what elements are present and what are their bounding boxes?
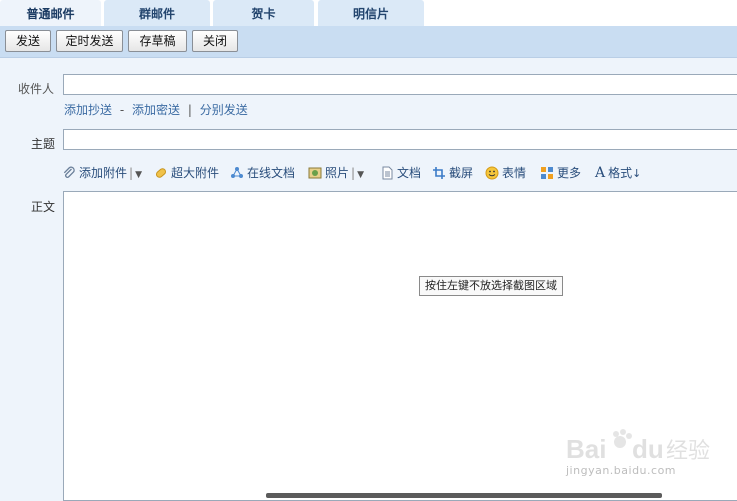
- big-paperclip-icon: [155, 168, 167, 178]
- big-attach-button[interactable]: 超大附件: [154, 163, 219, 183]
- subject-input[interactable]: [63, 129, 737, 150]
- svg-text:du: du: [632, 434, 664, 464]
- save-draft-button[interactable]: 存草稿: [128, 30, 187, 52]
- photo-button[interactable]: 照片 | ▼: [308, 163, 364, 183]
- photo-icon: [308, 167, 322, 179]
- screenshot-tooltip: 按住左键不放选择截图区域: [419, 276, 563, 296]
- compose-tabs: 普通邮件 群邮件 贺卡 明信片: [0, 0, 737, 26]
- body-label: 正文: [31, 200, 56, 214]
- more-label: 更多: [557, 166, 582, 180]
- chevron-down-icon[interactable]: ▼: [135, 165, 142, 185]
- big-attach-label: 超大附件: [171, 166, 220, 180]
- screenshot-icon: [433, 167, 445, 179]
- divider: |: [129, 166, 134, 180]
- recipient-label: 收件人: [18, 82, 55, 96]
- scheduled-send-button[interactable]: 定时发送: [56, 30, 123, 52]
- watermark-url: jingyan.baidu.com: [566, 464, 677, 477]
- separate-send-link[interactable]: 分别发送: [200, 103, 248, 117]
- online-doc-button[interactable]: 在线文档: [230, 163, 295, 183]
- paperclip-icon: [63, 166, 75, 178]
- divider: |: [351, 166, 356, 180]
- arrow-down-icon: ↓: [632, 167, 642, 180]
- tab-postcard[interactable]: 明信片: [318, 0, 424, 26]
- subject-label: 主题: [31, 137, 56, 151]
- font-a-icon: A: [595, 165, 606, 181]
- emoji-button[interactable]: 表情: [485, 163, 526, 183]
- more-button[interactable]: 更多: [540, 163, 581, 183]
- close-button[interactable]: 关闭: [192, 30, 238, 52]
- link-separator: -: [119, 103, 125, 117]
- svg-text:Bai: Bai: [566, 434, 606, 464]
- screenshot-label: 截屏: [449, 166, 474, 180]
- attach-button[interactable]: 添加附件 | ▼: [62, 163, 142, 183]
- tab-greeting-card[interactable]: 贺卡: [213, 0, 314, 26]
- smiley-icon: [485, 166, 499, 180]
- doc-label: 文档: [397, 166, 422, 180]
- emoji-label: 表情: [502, 166, 527, 180]
- scrollbar[interactable]: [266, 493, 662, 498]
- grid-icon: [541, 167, 553, 179]
- send-button[interactable]: 发送: [5, 30, 51, 52]
- format-label: 格式: [608, 166, 633, 180]
- svg-text:经验: 经验: [666, 439, 710, 464]
- recipient-input[interactable]: [63, 74, 737, 95]
- add-bcc-link[interactable]: 添加密送: [132, 103, 180, 117]
- tab-normal-mail[interactable]: 普通邮件: [0, 0, 101, 26]
- chevron-down-icon[interactable]: ▼: [357, 165, 364, 185]
- link-separator: |: [187, 103, 192, 117]
- format-button[interactable]: A 格式↓: [595, 163, 641, 183]
- photo-label: 照片: [325, 166, 350, 180]
- document-icon: [382, 166, 393, 180]
- doc-button[interactable]: 文档: [380, 163, 421, 183]
- attach-label: 添加附件: [79, 166, 128, 180]
- compose-toolbar: 发送 定时发送 存草稿 关闭: [0, 26, 737, 58]
- recipient-options: 添加抄送 - 添加密送 | 分别发送: [64, 101, 248, 118]
- online-doc-label: 在线文档: [247, 166, 296, 180]
- add-cc-link[interactable]: 添加抄送: [64, 103, 112, 117]
- tab-group-mail[interactable]: 群邮件: [104, 0, 210, 26]
- recycle-doc-icon: [231, 167, 243, 178]
- screenshot-button[interactable]: 截屏: [432, 163, 473, 183]
